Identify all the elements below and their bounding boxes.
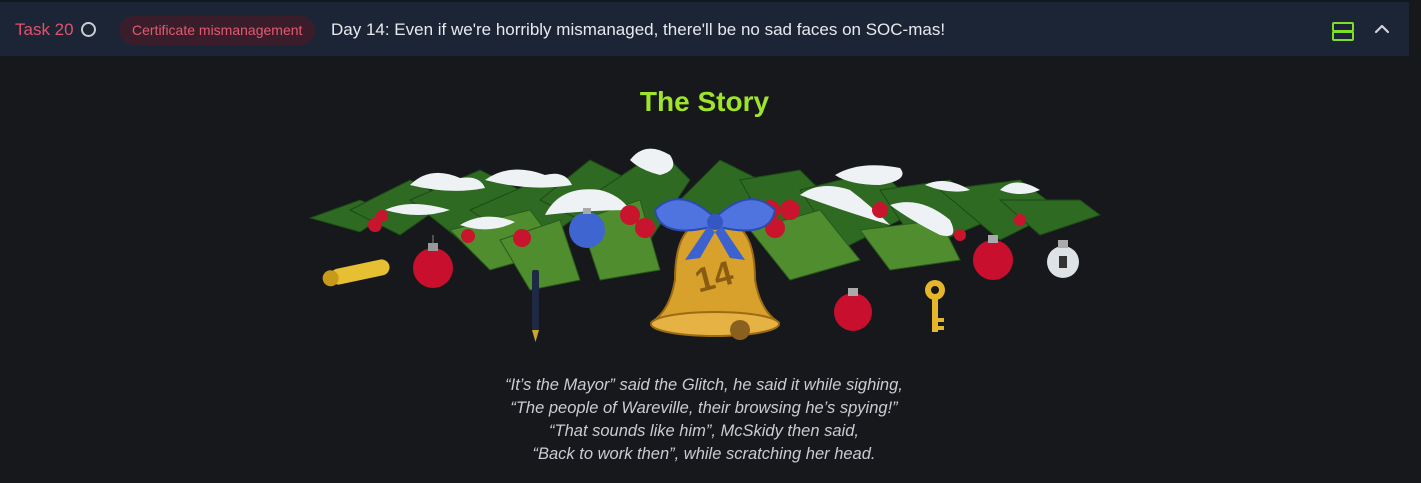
task-header[interactable]: Task 20 Certificate mismanagement Day 14… <box>0 0 1409 56</box>
poem-line: “Back to work then”, while scratching he… <box>532 445 876 463</box>
chevron-up-icon[interactable] <box>1373 20 1391 38</box>
task-number: Task 20 <box>15 20 74 39</box>
poem-line: “That sounds like him”, McSkidy then sai… <box>549 422 859 440</box>
christmas-garland-illustration: 14 <box>308 148 1102 342</box>
task-category-tag: Certificate mismanagement <box>119 16 316 45</box>
task-title: Day 14: Even if we're horribly mismanage… <box>331 20 946 39</box>
story-poem: “It’s the Mayor” said the Glitch, he sai… <box>354 374 1054 466</box>
task-status-circle-icon <box>81 22 96 37</box>
story-heading: The Story <box>639 86 770 117</box>
poem-line: “The people of Wareville, their browsing… <box>510 399 898 417</box>
split-view-icon[interactable] <box>1332 22 1354 41</box>
poem-line: “It’s the Mayor” said the Glitch, he sai… <box>505 376 903 394</box>
